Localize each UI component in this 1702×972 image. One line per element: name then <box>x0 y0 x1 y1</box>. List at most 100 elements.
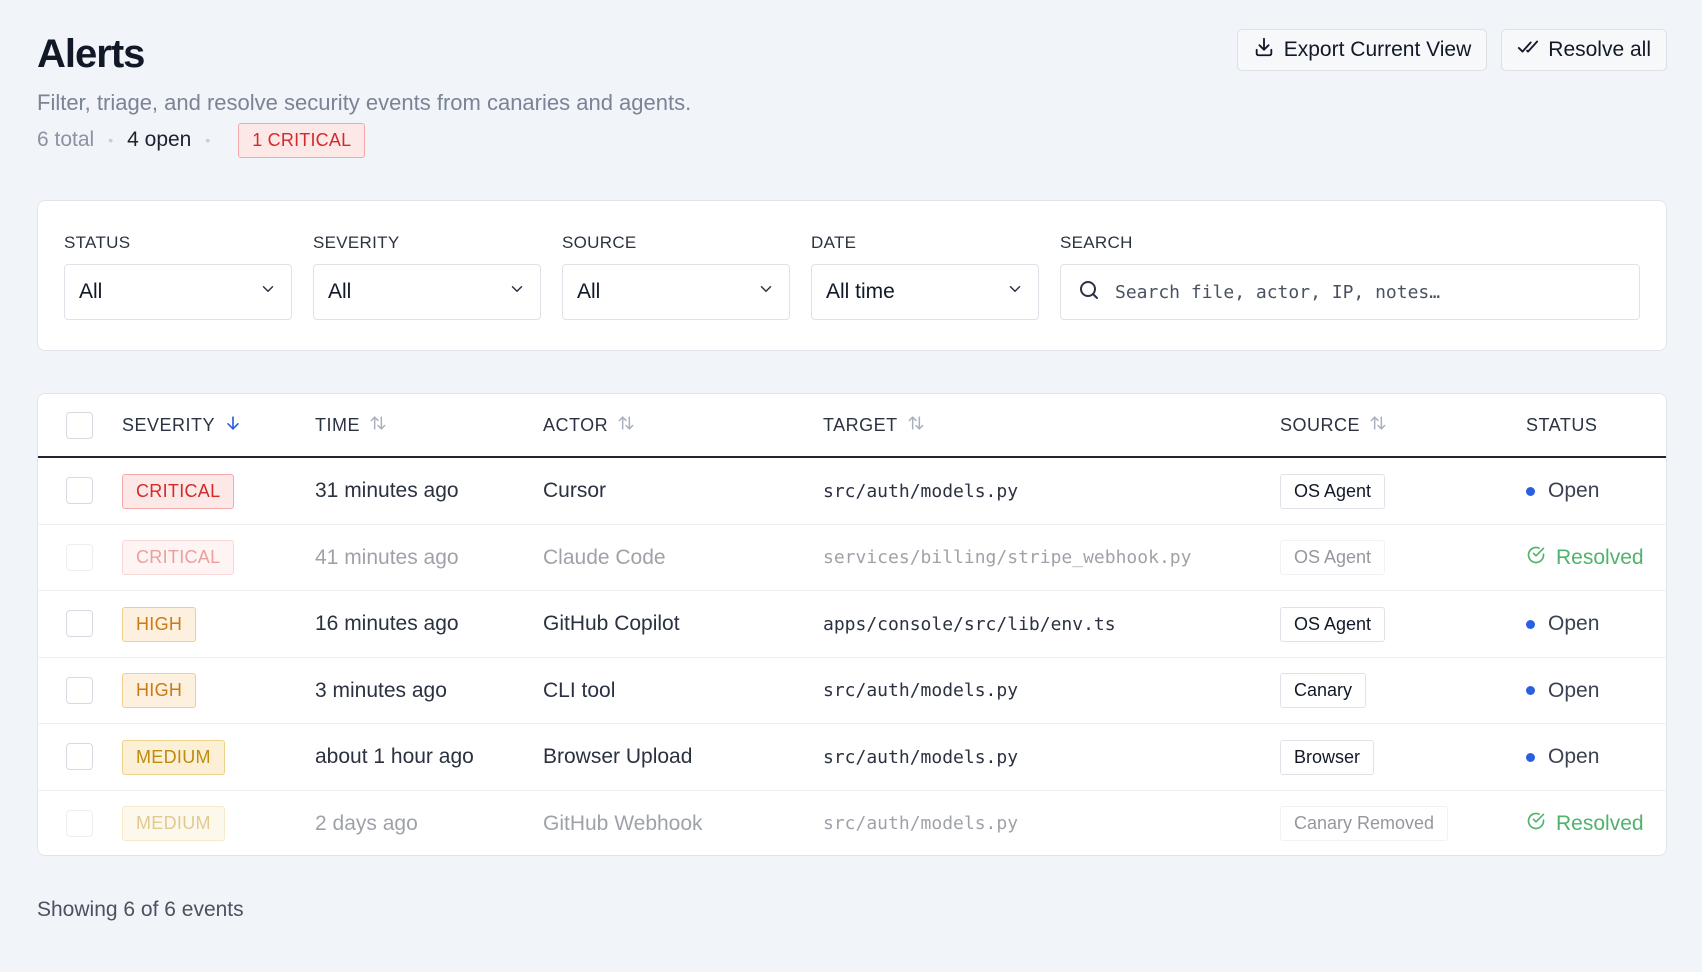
chevron-down-icon <box>259 280 277 304</box>
arrow-down-icon <box>223 413 243 438</box>
column-header-severity[interactable]: SEVERITY <box>122 394 243 456</box>
sort-arrows-icon <box>1368 413 1388 438</box>
actor-cell: CLI tool <box>543 678 616 702</box>
search-box[interactable] <box>1060 264 1640 320</box>
status-label: Open <box>1548 678 1600 702</box>
separator-dot: • <box>108 132 114 148</box>
severity-cell: HIGH <box>122 591 197 657</box>
date-select[interactable]: All time <box>811 264 1039 320</box>
export-current-view-button[interactable]: Export Current View <box>1236 29 1488 71</box>
source-badge: OS Agent <box>1280 606 1386 642</box>
source-filter: SOURCE All <box>562 233 790 320</box>
search-input[interactable] <box>1115 281 1623 303</box>
download-icon <box>1253 36 1275 64</box>
separator-dot: • <box>205 132 211 148</box>
resolve-all-button[interactable]: Resolve all <box>1501 29 1667 71</box>
source-badge: Canary <box>1280 673 1367 708</box>
open-status-dot <box>1526 752 1535 762</box>
source-cell: OS Agent <box>1280 458 1386 524</box>
open-status-dot <box>1526 619 1535 629</box>
severity-cell: MEDIUM <box>122 791 225 856</box>
header-actions: Export Current View Resolve all <box>1236 29 1667 71</box>
actor-cell: Browser Upload <box>543 745 693 768</box>
column-header-time[interactable]: TIME <box>315 394 388 456</box>
severity-badge: MEDIUM <box>122 739 225 775</box>
open-count: 4 open <box>127 128 192 151</box>
column-header-source[interactable]: SOURCE <box>1280 394 1388 456</box>
target-cell: src/auth/models.py <box>823 813 1019 834</box>
severity-filter-label: SEVERITY <box>313 233 400 252</box>
row-checkbox[interactable] <box>66 610 93 637</box>
status-label: Open <box>1548 745 1600 768</box>
row-checkbox[interactable] <box>66 676 93 704</box>
row-checkbox[interactable] <box>66 543 93 571</box>
row-checkbox[interactable] <box>66 743 93 770</box>
row-checkbox[interactable] <box>66 809 93 837</box>
open-status-dot <box>1526 686 1535 695</box>
status-select-value: All <box>79 280 103 303</box>
page-title: Alerts <box>37 32 145 76</box>
status-cell: Open <box>1526 658 1599 724</box>
severity-badge: HIGH <box>122 606 197 642</box>
chevron-down-icon <box>757 280 775 304</box>
severity-filter: SEVERITY All <box>313 233 541 320</box>
source-badge: OS Agent <box>1280 473 1386 509</box>
status-cell: Open <box>1526 458 1599 524</box>
actor-cell: Claude Code <box>543 545 666 569</box>
severity-cell: CRITICAL <box>122 458 235 524</box>
severity-badge: CRITICAL <box>122 473 235 509</box>
select-all-checkbox[interactable] <box>66 412 93 439</box>
severity-cell: CRITICAL <box>122 525 235 591</box>
severity-cell: MEDIUM <box>122 724 225 790</box>
severity-select[interactable]: All <box>313 264 541 320</box>
total-count: 6 total <box>37 128 95 151</box>
row-checkbox[interactable] <box>66 477 93 504</box>
column-header-label: SEVERITY <box>122 414 216 435</box>
target-cell: src/auth/models.py <box>823 480 1019 502</box>
source-badge: OS Agent <box>1280 540 1386 575</box>
source-select-value: All <box>577 280 601 303</box>
column-header-label: STATUS <box>1526 414 1598 435</box>
table-row[interactable]: CRITICAL 31 minutes ago Cursor src/auth/… <box>38 458 1666 525</box>
time-cell: 3 minutes ago <box>315 678 447 702</box>
source-filter-label: SOURCE <box>562 233 637 252</box>
source-badge: Browser <box>1280 739 1375 775</box>
actor-cell: Cursor <box>543 479 607 502</box>
table-row[interactable]: MEDIUM about 1 hour ago Browser Upload s… <box>38 724 1666 791</box>
column-header-actor[interactable]: ACTOR <box>543 394 636 456</box>
filter-panel: STATUS All SEVERITY All SOURCE All DATE … <box>37 200 1667 351</box>
date-filter: DATE All time <box>811 233 1039 320</box>
sort-arrows-icon <box>368 413 388 438</box>
export-button-label: Export Current View <box>1283 38 1472 61</box>
open-status-dot <box>1526 486 1535 496</box>
actor-cell: GitHub Webhook <box>543 811 703 835</box>
severity-badge: HIGH <box>122 673 197 708</box>
status-select[interactable]: All <box>64 264 292 320</box>
column-header-label: ACTOR <box>543 414 609 435</box>
source-cell: Canary <box>1280 658 1367 724</box>
chevron-down-icon <box>508 280 526 304</box>
column-header-target[interactable]: TARGET <box>823 394 926 456</box>
status-cell: Open <box>1526 591 1599 657</box>
table-row[interactable]: HIGH 3 minutes ago CLI tool src/auth/mod… <box>38 658 1666 724</box>
time-cell: 41 minutes ago <box>315 545 459 569</box>
column-header-label: TARGET <box>823 414 898 435</box>
table-row[interactable]: MEDIUM 2 days ago GitHub Webhook src/aut… <box>38 791 1666 856</box>
target-cell: apps/console/src/lib/env.ts <box>823 613 1116 635</box>
source-cell: Browser <box>1280 724 1375 790</box>
critical-badge: 1 CRITICAL <box>238 122 366 158</box>
status-label: Resolved <box>1556 545 1644 569</box>
source-cell: OS Agent <box>1280 591 1386 657</box>
table-row[interactable]: HIGH 16 minutes ago GitHub Copilot apps/… <box>38 591 1666 658</box>
source-cell: OS Agent <box>1280 525 1386 591</box>
page-subtitle: Filter, triage, and resolve security eve… <box>37 90 692 115</box>
source-select[interactable]: All <box>562 264 790 320</box>
check-circle-icon <box>1526 545 1546 571</box>
status-label: Open <box>1548 612 1600 635</box>
table-row[interactable]: CRITICAL 41 minutes ago Claude Code serv… <box>38 525 1666 591</box>
status-cell: Resolved <box>1526 525 1644 591</box>
time-cell: 31 minutes ago <box>315 479 459 502</box>
status-cell: Open <box>1526 724 1599 790</box>
source-badge: Canary Removed <box>1280 806 1449 841</box>
target-cell: src/auth/models.py <box>823 680 1019 701</box>
